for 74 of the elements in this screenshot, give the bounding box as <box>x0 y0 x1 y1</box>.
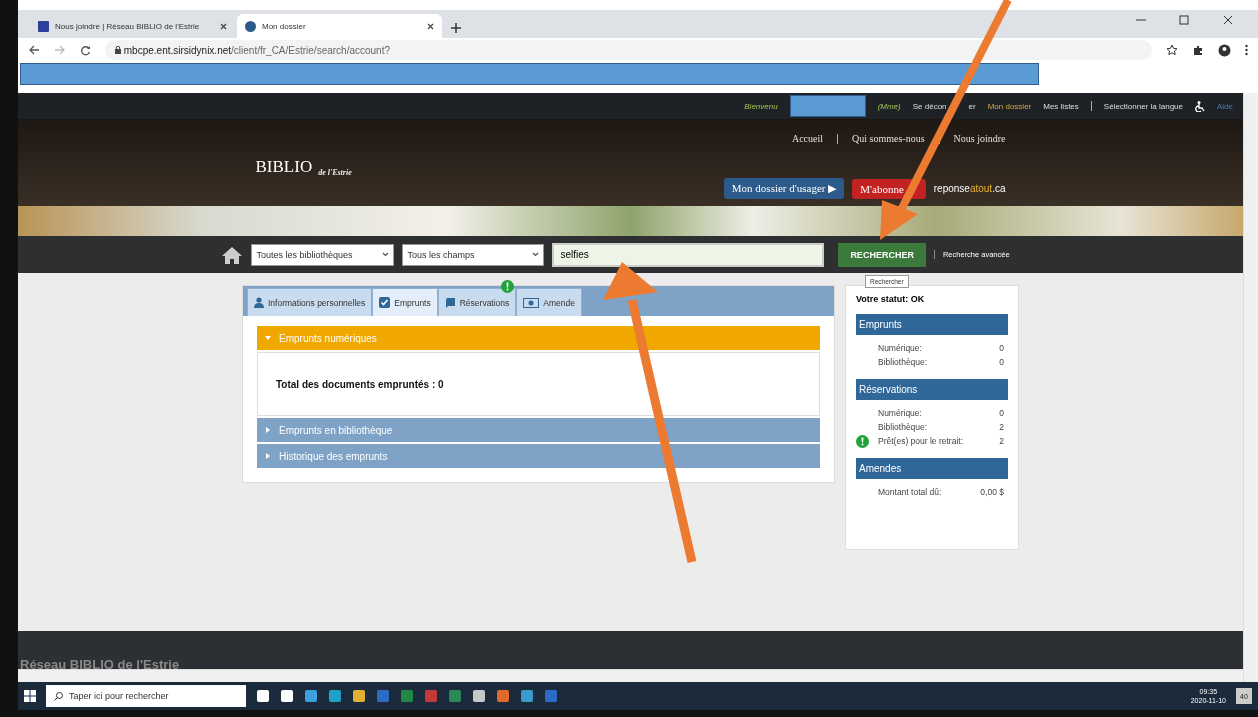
top-link[interactable]: Mes listes <box>1043 101 1079 111</box>
account-tab[interactable]: Emprunts <box>372 288 438 316</box>
globe-icon <box>245 20 256 32</box>
browser-tab[interactable]: Mon dossier <box>237 14 442 38</box>
footer-title: Réseau BIBLIO de l'Estrie <box>20 659 180 669</box>
group-header: Amendes <box>856 458 1008 479</box>
account-button[interactable]: Mon dossier d'usager ▶ <box>723 178 845 199</box>
star-icon[interactable] <box>1166 44 1178 56</box>
top-link[interactable]: Sélectionner la langue <box>1103 101 1183 111</box>
puzzle-icon[interactable] <box>1192 44 1204 56</box>
title-text: (Mme) <box>877 101 901 111</box>
row-label: Numérique: <box>878 408 922 418</box>
search-icon <box>54 691 63 701</box>
row-value: 0,00 $ <box>980 487 1004 497</box>
nav-link[interactable]: Qui sommes-nous <box>852 133 925 144</box>
field-dropdown[interactable]: Tous les champs <box>402 243 545 266</box>
back-arrow-icon[interactable] <box>28 45 40 55</box>
app-icon[interactable] <box>256 689 270 703</box>
row-label: Prêt(es) pour le retrait: <box>878 436 964 446</box>
row-label: Bibliothèque: <box>878 422 928 432</box>
search-button[interactable]: RECHERCHER <box>838 242 926 267</box>
windows-icon[interactable] <box>24 690 36 702</box>
nav-link[interactable]: Accueil <box>791 133 824 144</box>
group-header: Réservations <box>856 379 1008 400</box>
account-icon[interactable] <box>1218 43 1231 57</box>
home-icon[interactable] <box>221 245 244 264</box>
group-header: Emprunts <box>856 314 1008 335</box>
row-value: 2 <box>999 422 1004 432</box>
status-text: Votre statut: OK <box>856 294 926 304</box>
row-value: 0 <box>999 357 1004 367</box>
account-tab[interactable]: Amende <box>516 288 582 316</box>
caret-right-icon <box>265 453 271 459</box>
plus-icon[interactable] <box>450 22 462 34</box>
row-label: Bibliothèque: <box>878 357 928 367</box>
partner-logo[interactable]: reponseatout.ca <box>933 183 1006 194</box>
close-icon[interactable] <box>427 22 434 30</box>
browser-tab[interactable]: Nous joindre | Réseau BIBLIO de l'Estrie <box>30 14 235 38</box>
help-link[interactable]: Aide <box>1217 101 1233 111</box>
banknote-icon <box>523 297 540 308</box>
row-label: Montant total dû: <box>878 487 942 497</box>
nav-link[interactable]: Nous joindre <box>953 133 1006 144</box>
chevron-down-icon <box>382 252 390 257</box>
app-icon[interactable] <box>472 689 486 703</box>
user-icon <box>254 297 264 308</box>
app-icon[interactable] <box>352 689 366 703</box>
chevron-down-icon <box>532 252 540 257</box>
total-text: Total des documents empruntés : 0 <box>276 378 444 390</box>
address-field[interactable]: mbcpe.ent.sirsidynix.net/client/fr_CA/Estrie/search/account? <box>105 40 1152 60</box>
more-icon[interactable] <box>1245 44 1248 56</box>
accessibility-icon[interactable] <box>1195 100 1205 112</box>
top-link[interactable]: Se décon er <box>912 101 976 111</box>
taskbar-search-field[interactable]: Taper ici pour rechercher <box>46 685 246 707</box>
close-icon[interactable] <box>220 22 227 30</box>
checkbox-icon <box>379 297 391 308</box>
logo-text: BIBLIO <box>255 157 313 177</box>
app-icon[interactable] <box>280 689 294 703</box>
library-dropdown[interactable]: Toutes les bibliothèques <box>251 243 395 266</box>
reload-icon[interactable] <box>80 44 91 56</box>
row-value: 2 <box>999 436 1004 446</box>
account-tab[interactable]: Réservations <box>437 288 517 316</box>
top-link[interactable]: Mon dossier <box>987 101 1032 111</box>
row-value: 0 <box>999 408 1004 418</box>
row-value: 0 <box>999 343 1004 353</box>
logo-subtitle: de l'Estrie <box>318 168 352 177</box>
row-label: Numérique: <box>878 343 922 353</box>
lock-icon <box>115 46 121 54</box>
search-field[interactable]: selfies <box>552 242 825 267</box>
page-icon <box>38 20 49 32</box>
vertical-scrollbar[interactable] <box>1243 93 1258 682</box>
caret-down-icon <box>265 335 271 341</box>
horizontal-scrollbar[interactable] <box>18 669 1243 682</box>
welcome-text: Bienvenu <box>744 101 778 111</box>
account-tab[interactable]: Informations personnelles <box>247 288 373 316</box>
caret-right-icon <box>265 427 271 433</box>
